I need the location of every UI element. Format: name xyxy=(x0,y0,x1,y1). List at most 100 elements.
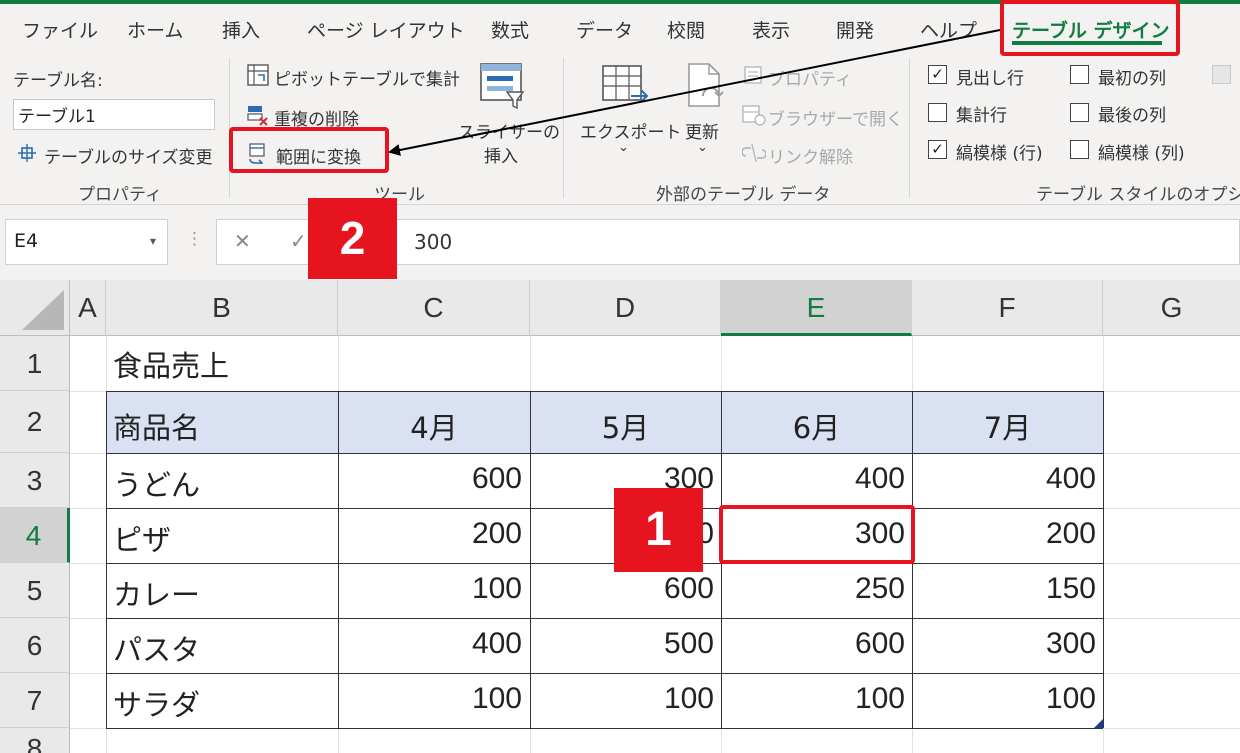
group-separator xyxy=(909,58,910,198)
cell-b1-title[interactable]: 食品売上 xyxy=(113,343,229,385)
row-header-6[interactable]: 6 xyxy=(0,618,70,673)
table-cell-product[interactable]: ピザ xyxy=(113,517,171,559)
table-cell-value[interactable]: 400 xyxy=(912,462,1096,496)
column-header-b[interactable]: B xyxy=(106,280,338,336)
formula-value: 300 xyxy=(414,230,453,254)
table-resize-handle[interactable] xyxy=(1094,719,1103,728)
export-button[interactable]: エクスポート xyxy=(580,118,682,143)
table-cell-value[interactable]: 100 xyxy=(338,682,522,716)
table-cell-value[interactable]: 100 xyxy=(912,682,1096,716)
name-box-dropdown-icon[interactable]: ▾ xyxy=(150,234,156,248)
table-cell-value[interactable]: 400 xyxy=(721,462,905,496)
table-header-cell[interactable]: 4月 xyxy=(338,405,530,447)
total-row-checkbox[interactable] xyxy=(928,103,947,122)
group-separator xyxy=(563,58,564,198)
export-icon xyxy=(602,65,649,103)
banded-rows-checkbox[interactable]: ✓ xyxy=(928,140,947,159)
table-border xyxy=(106,728,1103,729)
table-border xyxy=(106,508,1103,509)
tab-formulas[interactable]: 数式 xyxy=(491,16,529,43)
banded-rows-label: 縞模様 (行) xyxy=(956,144,1043,164)
properties-icon xyxy=(744,66,762,84)
table-cell-product[interactable]: パスタ xyxy=(113,627,200,669)
column-header-a[interactable]: A xyxy=(70,280,106,336)
column-header-f[interactable]: F xyxy=(912,280,1103,336)
refresh-dropdown-caret[interactable]: ⌄ xyxy=(697,140,708,155)
last-column-checkbox[interactable] xyxy=(1070,103,1089,122)
formula-bar-grip[interactable]: ⋮ xyxy=(186,229,203,249)
table-cell-value[interactable]: 100 xyxy=(338,572,522,606)
cancel-entry-icon[interactable]: ✕ xyxy=(234,229,251,253)
row-header-4[interactable]: 4 xyxy=(0,508,70,563)
row-header-5[interactable]: 5 xyxy=(0,563,70,618)
unlink-icon xyxy=(742,143,766,163)
pivot-table-icon xyxy=(247,64,269,86)
group-label-style-options: テーブル スタイルのオプション xyxy=(1036,185,1240,205)
row-header-7[interactable]: 7 xyxy=(0,673,70,728)
row-header-8[interactable]: 8 xyxy=(0,728,70,753)
column-header-c[interactable]: C xyxy=(338,280,530,336)
tab-view[interactable]: 表示 xyxy=(752,16,790,43)
resize-table-button[interactable]: テーブルのサイズ変更 xyxy=(44,143,212,168)
group-label-properties: プロパティ xyxy=(78,185,162,205)
table-border xyxy=(1103,391,1104,728)
banded-columns-checkbox[interactable] xyxy=(1070,140,1089,159)
table-cell-value[interactable]: 600 xyxy=(721,627,905,661)
table-cell-value[interactable]: 400 xyxy=(338,627,522,661)
table-name-input[interactable] xyxy=(13,99,215,130)
name-box-value: E4 xyxy=(14,230,39,252)
select-all-corner[interactable] xyxy=(0,280,70,336)
table-cell-value[interactable]: 200 xyxy=(912,517,1096,551)
table-cell-value[interactable]: 150 xyxy=(912,572,1096,606)
table-cell-value[interactable]: 100 xyxy=(721,682,905,716)
table-cell-product[interactable]: カレー xyxy=(113,572,200,614)
slicer-label-line2[interactable]: 挿入 xyxy=(484,142,518,167)
open-in-browser-button[interactable]: ブラウザーで開く xyxy=(768,105,903,130)
tab-data[interactable]: データ xyxy=(576,16,633,43)
tab-review[interactable]: 校閲 xyxy=(667,16,705,43)
first-column-label: 最初の列 xyxy=(1098,69,1166,89)
table-name-label: テーブル名: xyxy=(13,71,103,91)
tab-developer[interactable]: 開発 xyxy=(836,16,874,43)
table-border xyxy=(106,563,1103,564)
open-browser-icon xyxy=(742,105,766,126)
tab-help[interactable]: ヘルプ xyxy=(920,16,977,43)
row-header-3[interactable]: 3 xyxy=(0,453,70,508)
table-cell-value[interactable]: 250 xyxy=(721,572,905,606)
table-cell-value[interactable]: 500 xyxy=(530,627,714,661)
table-cell-product[interactable]: サラダ xyxy=(113,682,200,724)
header-row-checkbox[interactable]: ✓ xyxy=(928,65,947,84)
tab-page-layout[interactable]: ページ レイアウト xyxy=(307,16,465,43)
table-border xyxy=(106,391,107,728)
row-header-1[interactable]: 1 xyxy=(0,336,70,391)
column-header-g[interactable]: G xyxy=(1103,280,1240,336)
unlink-button[interactable]: リンク解除 xyxy=(768,143,853,168)
tab-insert[interactable]: 挿入 xyxy=(222,16,260,43)
remove-duplicates-icon xyxy=(247,106,268,126)
export-dropdown-caret[interactable]: ⌄ xyxy=(618,140,629,155)
column-header-d[interactable]: D xyxy=(530,280,721,336)
table-cell-value[interactable]: 100 xyxy=(530,682,714,716)
selected-cell-highlight-box xyxy=(719,505,915,564)
table-cell-value[interactable]: 600 xyxy=(338,462,522,496)
table-header-cell[interactable]: 7月 xyxy=(912,405,1103,447)
tab-home[interactable]: ホーム xyxy=(127,16,183,43)
filter-button-checkbox[interactable] xyxy=(1212,65,1231,84)
table-cell-value[interactable]: 600 xyxy=(530,572,714,606)
tab-file[interactable]: ファイル xyxy=(22,16,98,43)
column-header-e[interactable]: E xyxy=(721,280,912,336)
refresh-icon xyxy=(688,63,724,107)
select-all-triangle-icon xyxy=(22,290,64,330)
slicer-label-line1[interactable]: スライサーの xyxy=(458,118,560,143)
table-header-cell[interactable]: 5月 xyxy=(530,405,721,447)
table-cell-value[interactable]: 200 xyxy=(338,517,522,551)
table-cell-value[interactable]: 300 xyxy=(912,627,1096,661)
confirm-entry-icon[interactable]: ✓ xyxy=(290,229,307,253)
properties-button[interactable]: プロパティ xyxy=(768,65,852,90)
row-header-2[interactable]: 2 xyxy=(0,391,70,453)
table-header-cell[interactable]: 商品名 xyxy=(113,405,200,447)
first-column-checkbox[interactable] xyxy=(1070,65,1089,84)
table-cell-product[interactable]: うどん xyxy=(113,462,200,504)
table-header-cell[interactable]: 6月 xyxy=(721,405,912,447)
pivot-summarize-button[interactable]: ピボットテーブルで集計 xyxy=(274,65,460,90)
